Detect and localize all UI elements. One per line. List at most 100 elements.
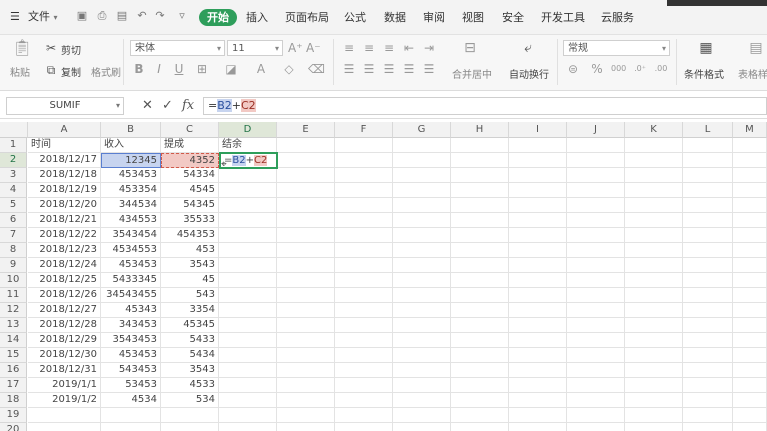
hamburger-icon[interactable]: ☰ — [10, 9, 20, 25]
eraser-icon[interactable]: ⌫ — [308, 62, 325, 76]
merge-center-button[interactable]: 合并居中 — [452, 66, 492, 81]
date-cell[interactable]: 2018/12/17 — [28, 153, 101, 168]
tab-formulas[interactable]: 公式 — [344, 9, 366, 26]
commission-cell[interactable]: 54334 — [161, 168, 219, 183]
commission-cell[interactable]: 3543 — [161, 258, 219, 273]
commission-cell[interactable]: 3543 — [161, 363, 219, 378]
cell[interactable] — [451, 408, 509, 423]
cell[interactable] — [451, 318, 509, 333]
date-cell[interactable]: 2018/12/18 — [28, 168, 101, 183]
merge-icon[interactable]: ⊟ — [462, 41, 478, 55]
tab-security[interactable]: 安全 — [502, 9, 524, 26]
cell[interactable] — [277, 423, 335, 431]
active-cell-d2[interactable]: =B2+C2 — [219, 152, 278, 169]
cell[interactable] — [335, 423, 393, 431]
tab-home[interactable]: 开始 — [199, 9, 237, 26]
wrap-text-icon[interactable]: ⤶ — [520, 41, 536, 55]
cell[interactable] — [567, 168, 625, 183]
commission-cell[interactable]: 534 — [161, 393, 219, 408]
cell[interactable] — [28, 408, 101, 423]
cell[interactable] — [451, 243, 509, 258]
cell[interactable] — [277, 363, 335, 378]
cell[interactable] — [683, 198, 733, 213]
date-cell[interactable]: 2018/12/20 — [28, 198, 101, 213]
cell[interactable] — [567, 333, 625, 348]
cell[interactable] — [219, 423, 277, 431]
row-header[interactable]: 9 — [0, 258, 27, 273]
spreadsheet-grid[interactable]: A B C D E F G H I J K L M 1 时间 收入 提成 结余 2 2018… — [0, 122, 767, 431]
cell[interactable] — [509, 228, 567, 243]
cell[interactable] — [335, 168, 393, 183]
cell[interactable] — [393, 213, 451, 228]
cell[interactable] — [277, 378, 335, 393]
cell[interactable] — [277, 213, 335, 228]
income-cell[interactable]: 343453 — [101, 318, 161, 333]
conditional-format-icon[interactable]: ▦ — [698, 41, 714, 55]
cell[interactable] — [335, 318, 393, 333]
column-header-f[interactable]: F — [335, 122, 393, 138]
tab-page-layout[interactable]: 页面布局 — [285, 9, 329, 26]
cell[interactable] — [567, 153, 625, 168]
commission-cell[interactable]: 45345 — [161, 318, 219, 333]
decrease-decimal-icon[interactable]: .00 — [654, 62, 668, 76]
cell[interactable] — [733, 288, 767, 303]
cell[interactable] — [733, 138, 767, 153]
print-preview-icon[interactable]: ▤ — [116, 10, 128, 22]
cell[interactable] — [625, 348, 683, 363]
cell[interactable] — [161, 408, 219, 423]
column-header-l[interactable]: L — [683, 122, 733, 138]
save-icon[interactable]: ▣ — [76, 10, 88, 22]
cell[interactable] — [509, 153, 567, 168]
cell[interactable] — [161, 423, 219, 431]
cell[interactable] — [219, 333, 277, 348]
number-format-select[interactable]: 常规 ▾ — [563, 40, 670, 56]
align-center-icon[interactable]: ☰ — [363, 62, 375, 76]
commission-cell[interactable]: 3354 — [161, 303, 219, 318]
cell[interactable] — [683, 348, 733, 363]
cell[interactable] — [393, 408, 451, 423]
cell[interactable] — [509, 168, 567, 183]
commission-cell[interactable]: 5434 — [161, 348, 219, 363]
column-header-i[interactable]: I — [509, 122, 567, 138]
date-cell[interactable]: 2018/12/19 — [28, 183, 101, 198]
cell[interactable] — [625, 408, 683, 423]
cell[interactable] — [625, 378, 683, 393]
cell[interactable] — [219, 183, 277, 198]
indent-increase-icon[interactable]: ⇥ — [423, 41, 435, 55]
row-header[interactable]: 8 — [0, 243, 27, 258]
cell[interactable] — [451, 363, 509, 378]
cell[interactable] — [683, 423, 733, 431]
cell[interactable] — [567, 363, 625, 378]
cell[interactable] — [219, 348, 277, 363]
cell[interactable] — [509, 183, 567, 198]
commission-cell[interactable]: 45 — [161, 273, 219, 288]
cell[interactable] — [393, 183, 451, 198]
cell[interactable] — [683, 213, 733, 228]
income-cell[interactable]: 453453 — [101, 348, 161, 363]
header-cell[interactable]: 时间 — [28, 138, 101, 153]
cell[interactable] — [567, 183, 625, 198]
cell[interactable] — [733, 408, 767, 423]
cell[interactable] — [277, 243, 335, 258]
date-cell[interactable]: 2018/12/24 — [28, 258, 101, 273]
print-icon[interactable]: ⎙ — [96, 10, 108, 22]
row-header[interactable]: 13 — [0, 318, 27, 333]
income-cell[interactable]: 344534 — [101, 198, 161, 213]
income-cell[interactable]: 453453 — [101, 258, 161, 273]
row-header[interactable]: 3 — [0, 168, 27, 183]
paste-button[interactable]: 粘贴 — [10, 64, 30, 79]
date-cell[interactable]: 2018/12/31 — [28, 363, 101, 378]
redo-icon[interactable]: ↷ — [154, 10, 166, 22]
header-cell[interactable]: 结余 — [219, 138, 277, 153]
cell[interactable] — [733, 393, 767, 408]
cell[interactable] — [335, 303, 393, 318]
currency-icon[interactable]: ⊜ — [566, 62, 580, 76]
cell[interactable] — [277, 168, 335, 183]
cell[interactable] — [509, 378, 567, 393]
tab-data[interactable]: 数据 — [384, 9, 406, 26]
cell[interactable] — [219, 258, 277, 273]
cell[interactable] — [567, 273, 625, 288]
income-cell[interactable]: 4534 — [101, 393, 161, 408]
cell[interactable] — [567, 423, 625, 431]
column-header-b[interactable]: B — [101, 122, 161, 138]
